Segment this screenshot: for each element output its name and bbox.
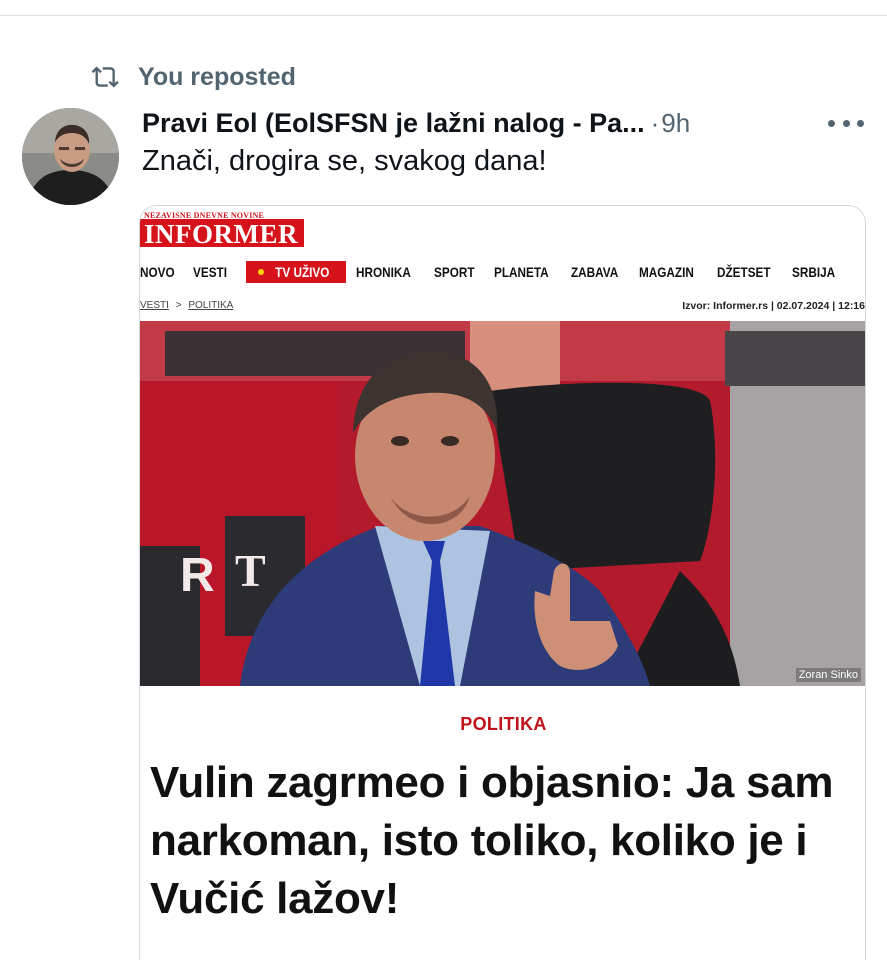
article-source: Izvor: Informer.rs | 02.07.2024 | 12:16 — [682, 300, 865, 312]
nav-item-novo: NOVO — [140, 264, 175, 280]
nav-item-srbija: SRBIJA — [792, 264, 836, 280]
article-headline: Vulin zagrmeo i objasnio: Ja sam narkoma… — [150, 758, 834, 923]
nav-item-sport: SPORT — [433, 264, 475, 280]
author-avatar[interactable] — [22, 108, 119, 205]
repost-label: You reposted — [138, 62, 296, 91]
nav-item-hronika: HRONIKA — [356, 264, 412, 280]
repost-indicator: You reposted — [90, 60, 296, 94]
svg-text:R: R — [180, 549, 215, 602]
photo-illustration: R T — [140, 321, 865, 686]
nav-item-magazin: MAGAZIN — [639, 264, 695, 280]
breadcrumb: VESTI > POLITIKA — [140, 300, 233, 311]
svg-text:T: T — [235, 545, 266, 596]
nav-item-dzetset: DŽETSET — [716, 264, 771, 280]
post-timestamp[interactable]: 9h — [661, 108, 690, 139]
post-header: Pravi Eol (EolSFSN je lažni nalog - Pa..… — [142, 100, 872, 146]
author-name[interactable]: Pravi Eol (EolSFSN je lažni nalog - Pa..… — [142, 108, 645, 139]
article-category: POLITIKA — [460, 714, 547, 734]
media-card[interactable]: NEZAVISNE DNEVNE NOVINE INFORMER NOVO VE… — [139, 205, 866, 960]
nav-item-zabava: ZABAVA — [570, 264, 619, 280]
live-dot-icon — [257, 269, 264, 275]
nav-item-tv-uzivo: TV UŽIVO — [245, 261, 347, 283]
article-header: NEZAVISNE DNEVNE NOVINE INFORMER NOVO VE… — [140, 206, 865, 321]
top-divider — [0, 15, 887, 16]
repost-icon — [91, 66, 119, 88]
informer-logo: INFORMER — [144, 219, 298, 249]
nav-item-planeta: PLANETA — [493, 264, 549, 280]
breadcrumb-separator: > — [175, 300, 182, 311]
breadcrumb-politika: POLITIKA — [188, 300, 234, 311]
post-text: Znači, drogira se, svakog dana! — [142, 145, 547, 177]
photo-credit: Zoran Sinko — [795, 668, 861, 682]
nav-item-vesti: VESTI — [193, 264, 228, 280]
breadcrumb-vesti: VESTI — [140, 300, 169, 311]
more-icon[interactable] — [828, 112, 864, 134]
nav-live-label: TV UŽIVO — [274, 264, 330, 280]
site-nav: NOVO VESTI TV UŽIVO HRONIKA SPORT PLANET… — [140, 258, 865, 286]
article-photo: R T Zoran Sinko — [140, 321, 865, 686]
separator-dot: · — [650, 107, 660, 138]
